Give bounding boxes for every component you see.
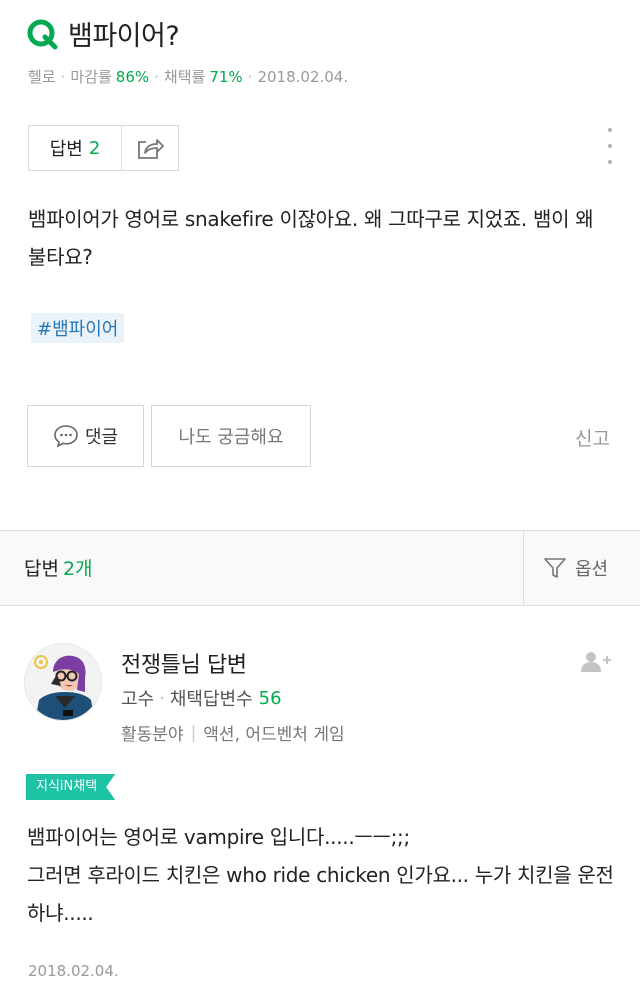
filter-icon xyxy=(544,558,566,578)
q-logo-icon xyxy=(26,18,58,50)
comment-label: 댓글 xyxy=(84,427,119,448)
meta-separator: · xyxy=(60,67,66,86)
close-rate-value: 86% xyxy=(115,67,150,86)
selected-answer-badge: 지식iN채택 xyxy=(26,774,115,800)
answer-count-label: 답변 xyxy=(49,139,83,160)
answer-date: 2018.02.04. xyxy=(28,962,119,980)
comment-button[interactable]: 댓글 xyxy=(27,405,144,467)
vampire-avatar-icon xyxy=(25,644,101,720)
selected-count-value: 56 xyxy=(258,687,282,709)
meta-separator: · xyxy=(154,67,159,86)
add-friend-button[interactable] xyxy=(580,650,614,678)
question-meta: 헬로 · 마감률 86% · 채택률 71% · 2018.02.04. xyxy=(28,66,348,87)
field-separator: | xyxy=(190,722,197,743)
add-user-icon xyxy=(581,652,611,672)
hashtag-link[interactable]: #뱀파이어 xyxy=(31,313,125,343)
options-button[interactable]: 옵션 xyxy=(543,555,608,581)
avatar[interactable] xyxy=(24,643,102,721)
answer-author-rank: 고수 · 채택답변수 56 xyxy=(121,685,282,711)
rank-separator: · xyxy=(159,687,165,709)
select-rate-value: 71% xyxy=(209,67,243,86)
rank-label: 고수 xyxy=(121,689,155,710)
selected-count-label: 채택답변수 xyxy=(169,689,253,710)
answer-count-box: 답변 2 xyxy=(28,125,179,171)
answer-author-name[interactable]: 전쟁틀님 답변 xyxy=(121,647,247,679)
answer-count-value: 2 xyxy=(88,137,101,159)
question-date: 2018.02.04. xyxy=(257,67,349,86)
user-level: 헬로 xyxy=(28,68,56,86)
select-rate-label: 채택률 xyxy=(163,68,206,86)
speech-bubble-icon xyxy=(54,425,78,448)
share-button[interactable] xyxy=(122,126,178,170)
curious-label: 나도 궁금해요 xyxy=(178,427,284,448)
activity-field-value: 액션, 어드벤처 게임 xyxy=(203,725,345,745)
answer-body: 뱀파이어는 영어로 vampire 입니다.....ㅡㅡ;;; 그러면 후라이드… xyxy=(27,818,617,932)
meta-separator: · xyxy=(247,67,253,86)
answers-count: 2개 xyxy=(62,558,93,580)
close-rate-label: 마감률 xyxy=(70,68,112,86)
question-title: 뱀파이어? xyxy=(68,21,180,52)
question-header: 뱀파이어? xyxy=(26,14,180,53)
question-body: 뱀파이어가 영어로 snakefire 이잖아요. 왜 그따구로 지었죠. 뱀이… xyxy=(28,207,594,269)
options-label: 옵션 xyxy=(575,559,609,580)
share-icon xyxy=(138,139,164,159)
answer-count-button[interactable]: 답변 2 xyxy=(29,126,122,170)
answer-body-text: 뱀파이어는 영어로 vampire 입니다.....ㅡㅡ;;; 그러면 후라이드… xyxy=(27,825,614,925)
activity-field: 활동분야 | 액션, 어드벤처 게임 xyxy=(121,720,345,746)
activity-field-label: 활동분야 xyxy=(121,725,184,745)
report-link[interactable]: 신고 xyxy=(575,424,610,451)
header-divider xyxy=(523,531,524,605)
answers-count-title: 답변 2개 xyxy=(24,554,93,581)
answers-label: 답변 xyxy=(24,558,59,580)
me-too-curious-button[interactable]: 나도 궁금해요 xyxy=(151,405,311,467)
more-options-icon[interactable] xyxy=(606,128,614,164)
